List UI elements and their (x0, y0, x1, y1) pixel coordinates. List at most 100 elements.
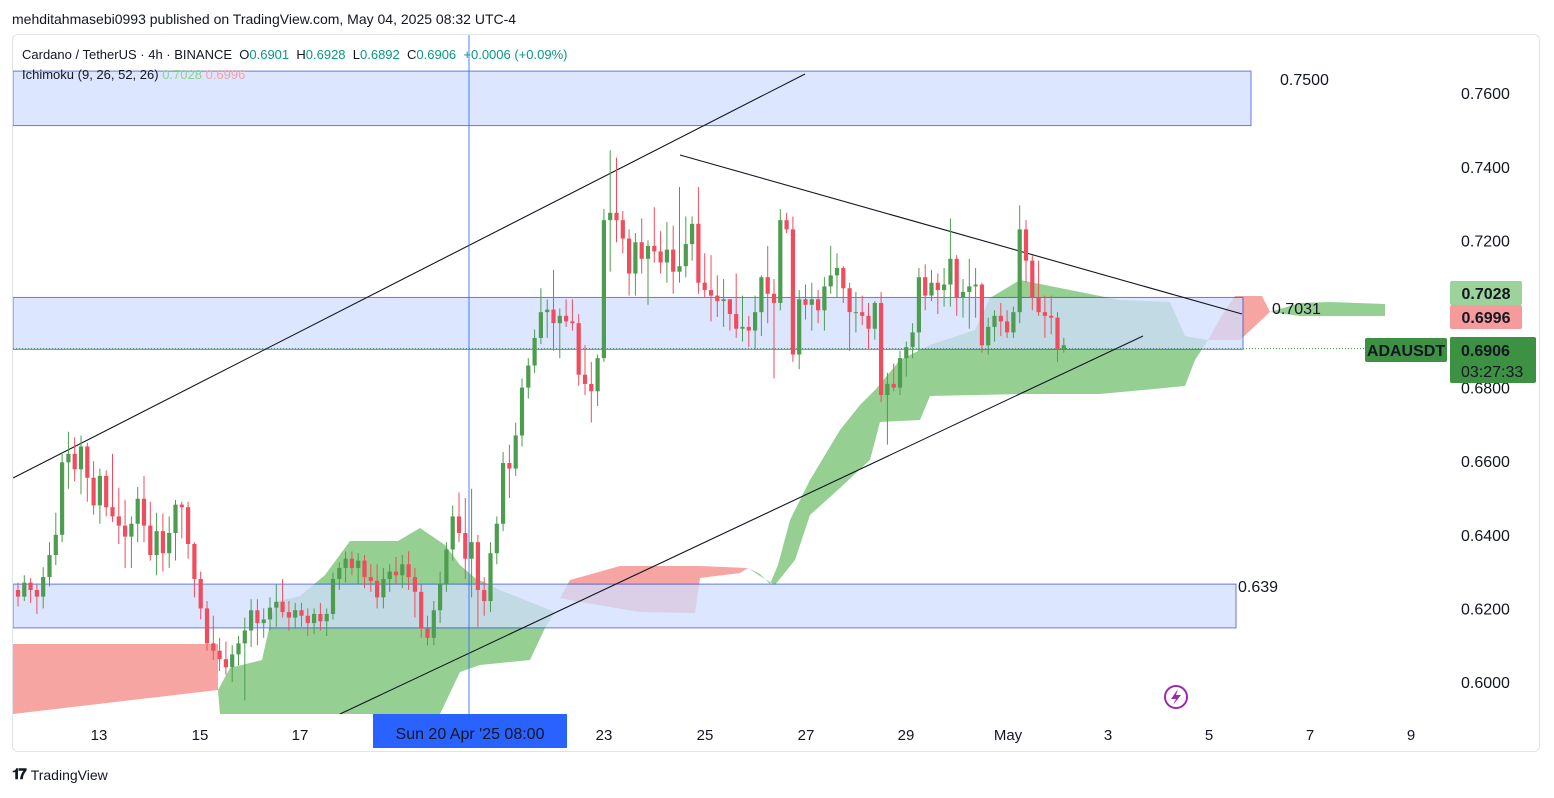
candle-body (897, 358, 903, 388)
candle-body (992, 315, 997, 327)
zone-label-bottom: 0.639 (1238, 579, 1278, 596)
price-tag-ichimoku-a: 0.7028 (1462, 286, 1511, 303)
candle-body (727, 299, 732, 314)
candle-body (721, 299, 726, 302)
candle-body (942, 284, 947, 291)
candle-body (482, 590, 487, 602)
candle-body (97, 475, 102, 506)
price-chart[interactable]: 0.7500 0.7031 0.639 0.7600 0.7400 0.7200 0.680… (0, 0, 1554, 798)
candle-body (356, 560, 361, 568)
candle-body (381, 578, 386, 598)
candle-body (645, 245, 651, 259)
ichimoku-b-value: 0.6996 (205, 67, 246, 82)
candle-body (349, 558, 354, 568)
x-tick-label: 17 (292, 727, 309, 744)
price-tag-last: 0.6906 (1461, 343, 1510, 360)
candle-body (299, 610, 304, 616)
candle-body (148, 525, 153, 556)
candle-body (1023, 229, 1029, 261)
y-tick-label: 0.6000 (1461, 675, 1510, 692)
y-tick-label: 0.6400 (1461, 528, 1510, 545)
candle-body (72, 453, 77, 470)
x-tick-label: 3 (1104, 727, 1112, 744)
candle-body (494, 523, 499, 554)
x-tick-label: 7 (1306, 727, 1314, 744)
candle-body (532, 337, 537, 366)
x-tick-label: 27 (798, 727, 815, 744)
zone-label-middle: 0.7031 (1272, 301, 1321, 318)
candle-body (91, 477, 96, 506)
candle-body (620, 220, 625, 239)
candle-body (230, 654, 235, 668)
candle-body (85, 446, 90, 478)
candle-body (368, 577, 373, 581)
candle-body (116, 516, 121, 526)
candle-body (986, 326, 991, 346)
candle-body (866, 315, 871, 329)
candle-body (22, 582, 27, 597)
candle-body (652, 245, 657, 252)
candle-body (135, 498, 140, 524)
candle-body (123, 525, 128, 537)
candle-body (198, 578, 203, 609)
high-value: 0.6928 (305, 47, 346, 62)
candle-body (1055, 317, 1060, 349)
candle-body (973, 284, 978, 287)
candle-body (330, 578, 336, 614)
candle-body (753, 312, 758, 331)
candle-body (557, 315, 562, 324)
x-tick-label: 9 (1407, 727, 1415, 744)
x-tick-label: 13 (91, 727, 108, 744)
tradingview-logo[interactable]: 𝟏𝟕 TradingView (12, 766, 108, 783)
candle-body (784, 220, 789, 230)
candle-body (419, 591, 424, 629)
candle-body (582, 374, 588, 384)
x-tick-label: 15 (192, 727, 209, 744)
candle-body (179, 504, 184, 508)
candle-body (173, 504, 178, 533)
chart-legend: Cardano / TetherUS · 4h · BINANCE O0.690… (22, 45, 567, 85)
candle-body (778, 220, 783, 303)
candle-body (923, 277, 928, 296)
candle-body (708, 290, 714, 296)
candle-body (456, 516, 462, 533)
candle-body (834, 268, 840, 276)
zone-box-2 (13, 583, 1237, 629)
candle-body (841, 268, 846, 289)
candle-body (217, 650, 222, 660)
candle-body (160, 531, 165, 554)
candle-body (639, 242, 644, 259)
candle-body (771, 293, 777, 303)
candle-body (872, 302, 877, 329)
candle-body (488, 553, 493, 602)
candle-body (715, 295, 720, 302)
candle-body (110, 507, 115, 517)
candle-body (614, 212, 619, 221)
candle-body (192, 544, 197, 579)
candle-body (1042, 312, 1047, 316)
price-tag-ichimoku-b: 0.6996 (1462, 310, 1511, 327)
candle-body (1005, 321, 1010, 333)
candle-body (891, 383, 896, 388)
descending-trend-line (679, 154, 1243, 315)
candle-body (545, 309, 550, 313)
candle-body (41, 577, 46, 597)
candle-body (860, 312, 865, 316)
tradingview-mark-icon: 𝟏𝟕 (12, 766, 27, 783)
candle-body (406, 564, 411, 578)
candle-body (469, 542, 474, 559)
candle-body (551, 309, 556, 324)
close-label: C (407, 47, 417, 62)
candle-body (362, 560, 367, 578)
candle-body (167, 532, 172, 554)
candle-body (318, 613, 323, 622)
candle-body (1030, 260, 1035, 298)
candle-body (633, 242, 638, 274)
candle-body (746, 326, 751, 331)
candle-body (601, 220, 606, 359)
candle-body (154, 531, 159, 556)
candle-body (431, 610, 436, 638)
lightning-bolt-icon (1171, 689, 1181, 705)
candle-body (797, 299, 802, 355)
candle-body (734, 314, 739, 329)
